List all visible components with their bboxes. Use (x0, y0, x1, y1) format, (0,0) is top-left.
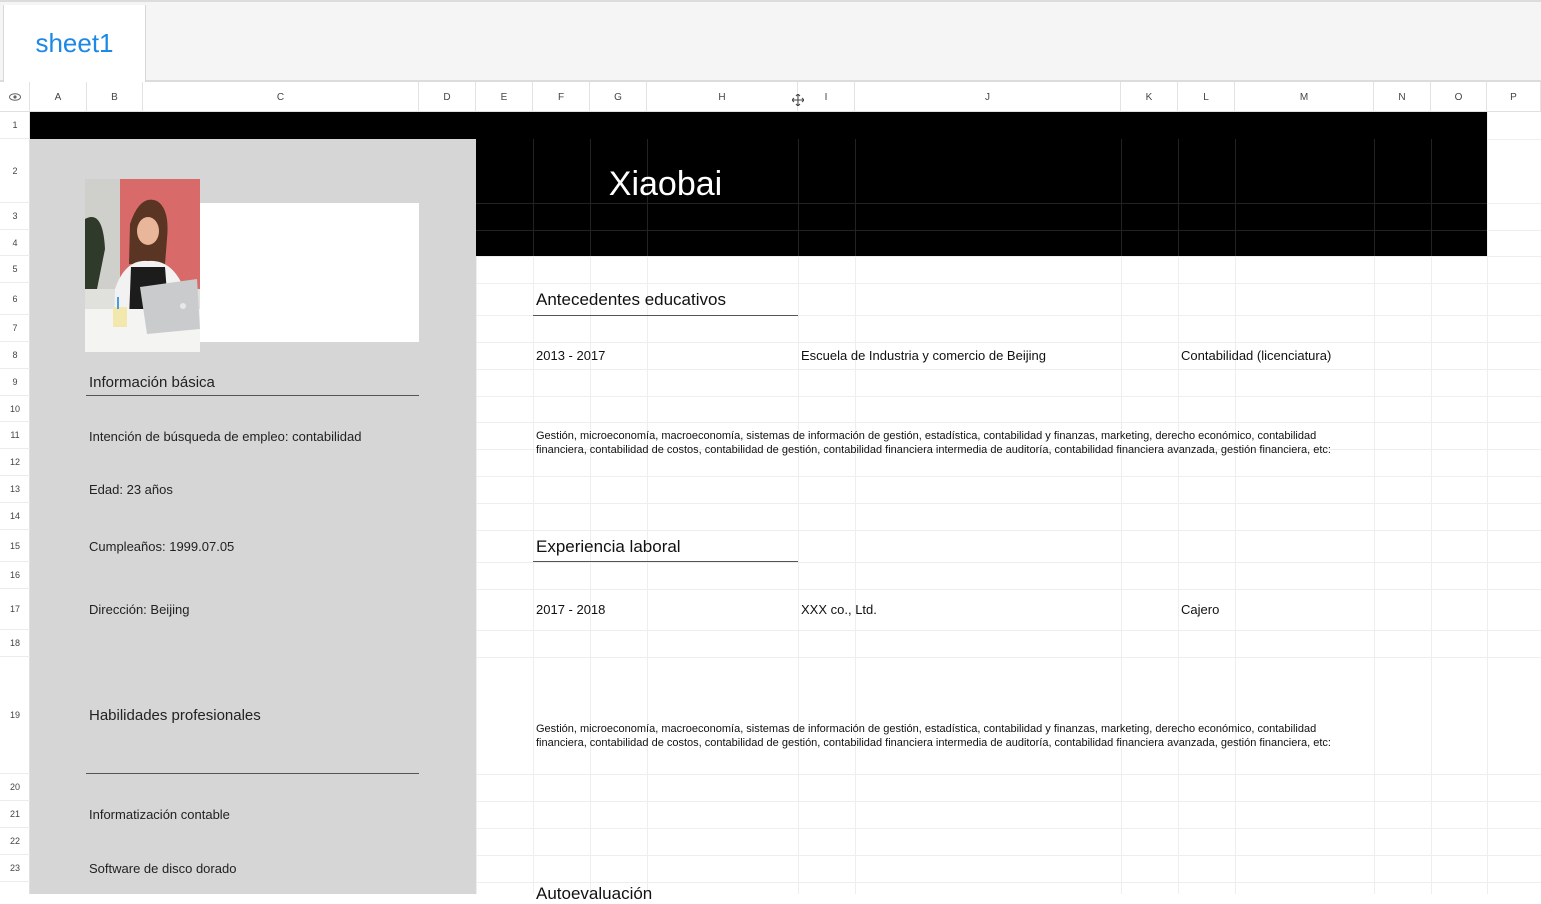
experience-period: 2017 - 2018 (536, 602, 606, 617)
row-header-14[interactable]: 14 (0, 503, 30, 530)
column-header-m[interactable]: M (1235, 82, 1374, 112)
row-header-18[interactable]: 18 (0, 630, 30, 657)
birthday: Cumpleaños: 1999.07.05 (89, 539, 235, 554)
basic-info-underline (86, 395, 419, 396)
header-grid-line (798, 139, 799, 256)
row-header-16[interactable]: 16 (0, 562, 30, 589)
column-header-g[interactable]: G (590, 82, 647, 112)
sheet-tab-bar: sheet1 (0, 0, 1541, 82)
skill-item: Informatización contable (89, 807, 230, 822)
header-grid-line (1374, 139, 1375, 256)
resume-name: Xiaobai (608, 165, 723, 203)
column-header-d[interactable]: D (419, 82, 476, 112)
education-period: 2013 - 2017 (536, 348, 606, 363)
row-header-9[interactable]: 9 (0, 369, 30, 396)
self-evaluation-title: Autoevaluación (536, 884, 653, 903)
column-header-f[interactable]: F (533, 82, 590, 112)
row-header-20[interactable]: 20 (0, 774, 30, 801)
row-header-19[interactable]: 19 (0, 657, 30, 774)
row-header-6[interactable]: 6 (0, 283, 30, 315)
header-grid-line (1178, 139, 1179, 256)
experience-description: Gestión, microeconomía, macroeconomía, s… (536, 723, 1331, 749)
column-header-b[interactable]: B (87, 82, 143, 112)
header-grid-line (1121, 139, 1122, 256)
age: Edad: 23 años (89, 482, 173, 497)
column-header-i[interactable]: I (798, 82, 855, 112)
row-header-8[interactable]: 8 (0, 342, 30, 369)
row-header-22[interactable]: 22 (0, 828, 30, 855)
header-grid-line (1431, 139, 1432, 256)
row-header-4[interactable]: 4 (0, 230, 30, 256)
header-grid-line (1235, 139, 1236, 256)
move-cursor-icon (791, 93, 805, 107)
column-header-c[interactable]: C (143, 82, 419, 112)
sheet-tab[interactable]: sheet1 (3, 5, 146, 82)
column-header-l[interactable]: L (1178, 82, 1235, 112)
row-header-5[interactable]: 5 (0, 256, 30, 283)
column-header-k[interactable]: K (1121, 82, 1178, 112)
row-header: 1 2 3 4 5 6 7 8 9 10 11 12 13 14 15 16 17 18 19 20 21 22 23 (0, 112, 30, 894)
header-band (30, 112, 1487, 139)
experience-title: Experiencia laboral (536, 537, 681, 556)
column-header-a[interactable]: A (30, 82, 87, 112)
education-underline (533, 315, 798, 316)
basic-info-title: Información básica (89, 374, 215, 391)
header-grid-line (476, 230, 1487, 231)
job-intention: Intención de búsqueda de empleo: contabi… (89, 429, 362, 444)
experience-position: Cajero (1181, 602, 1220, 617)
column-header-e[interactable]: E (476, 82, 533, 112)
profile-photo (85, 179, 200, 352)
row-header-21[interactable]: 21 (0, 801, 30, 828)
column-header-h[interactable]: H (647, 82, 798, 112)
row-header-17[interactable]: 17 (0, 589, 30, 630)
experience-company: XXX co., Ltd. (801, 602, 877, 617)
skills-title: Habilidades profesionales (89, 707, 261, 724)
row-header-7[interactable]: 7 (0, 315, 30, 342)
column-header-p[interactable]: P (1487, 82, 1541, 112)
education-description: Gestión, microeconomía, macroeconomía, s… (536, 430, 1331, 456)
row-header-3[interactable]: 3 (0, 203, 30, 230)
experience-underline (533, 561, 798, 562)
eye-icon[interactable] (0, 82, 30, 112)
skill-item: Software de disco dorado (89, 861, 237, 876)
row-header-10[interactable]: 10 (0, 396, 30, 422)
photo-card (200, 203, 419, 342)
header-grid-line (855, 139, 856, 256)
column-header: ABCDEFGHIJKLMNOP (0, 82, 1541, 112)
education-title: Antecedentes educativos (536, 290, 726, 309)
row-header-1[interactable]: 1 (0, 112, 30, 139)
education-degree: Contabilidad (licenciatura) (1181, 348, 1332, 363)
row-header-2[interactable]: 2 (0, 139, 30, 203)
row-header-23[interactable]: 23 (0, 855, 30, 882)
row-header-12[interactable]: 12 (0, 449, 30, 476)
education-school: Escuela de Industria y comercio de Beiji… (801, 348, 1046, 363)
skills-underline (86, 773, 419, 774)
row-header-11[interactable]: 11 (0, 422, 30, 449)
row-header-13[interactable]: 13 (0, 476, 30, 503)
column-header-o[interactable]: O (1431, 82, 1487, 112)
column-header-j[interactable]: J (855, 82, 1121, 112)
column-header-n[interactable]: N (1374, 82, 1431, 112)
address: Dirección: Beijing (89, 602, 190, 617)
row-header-15[interactable]: 15 (0, 530, 30, 562)
